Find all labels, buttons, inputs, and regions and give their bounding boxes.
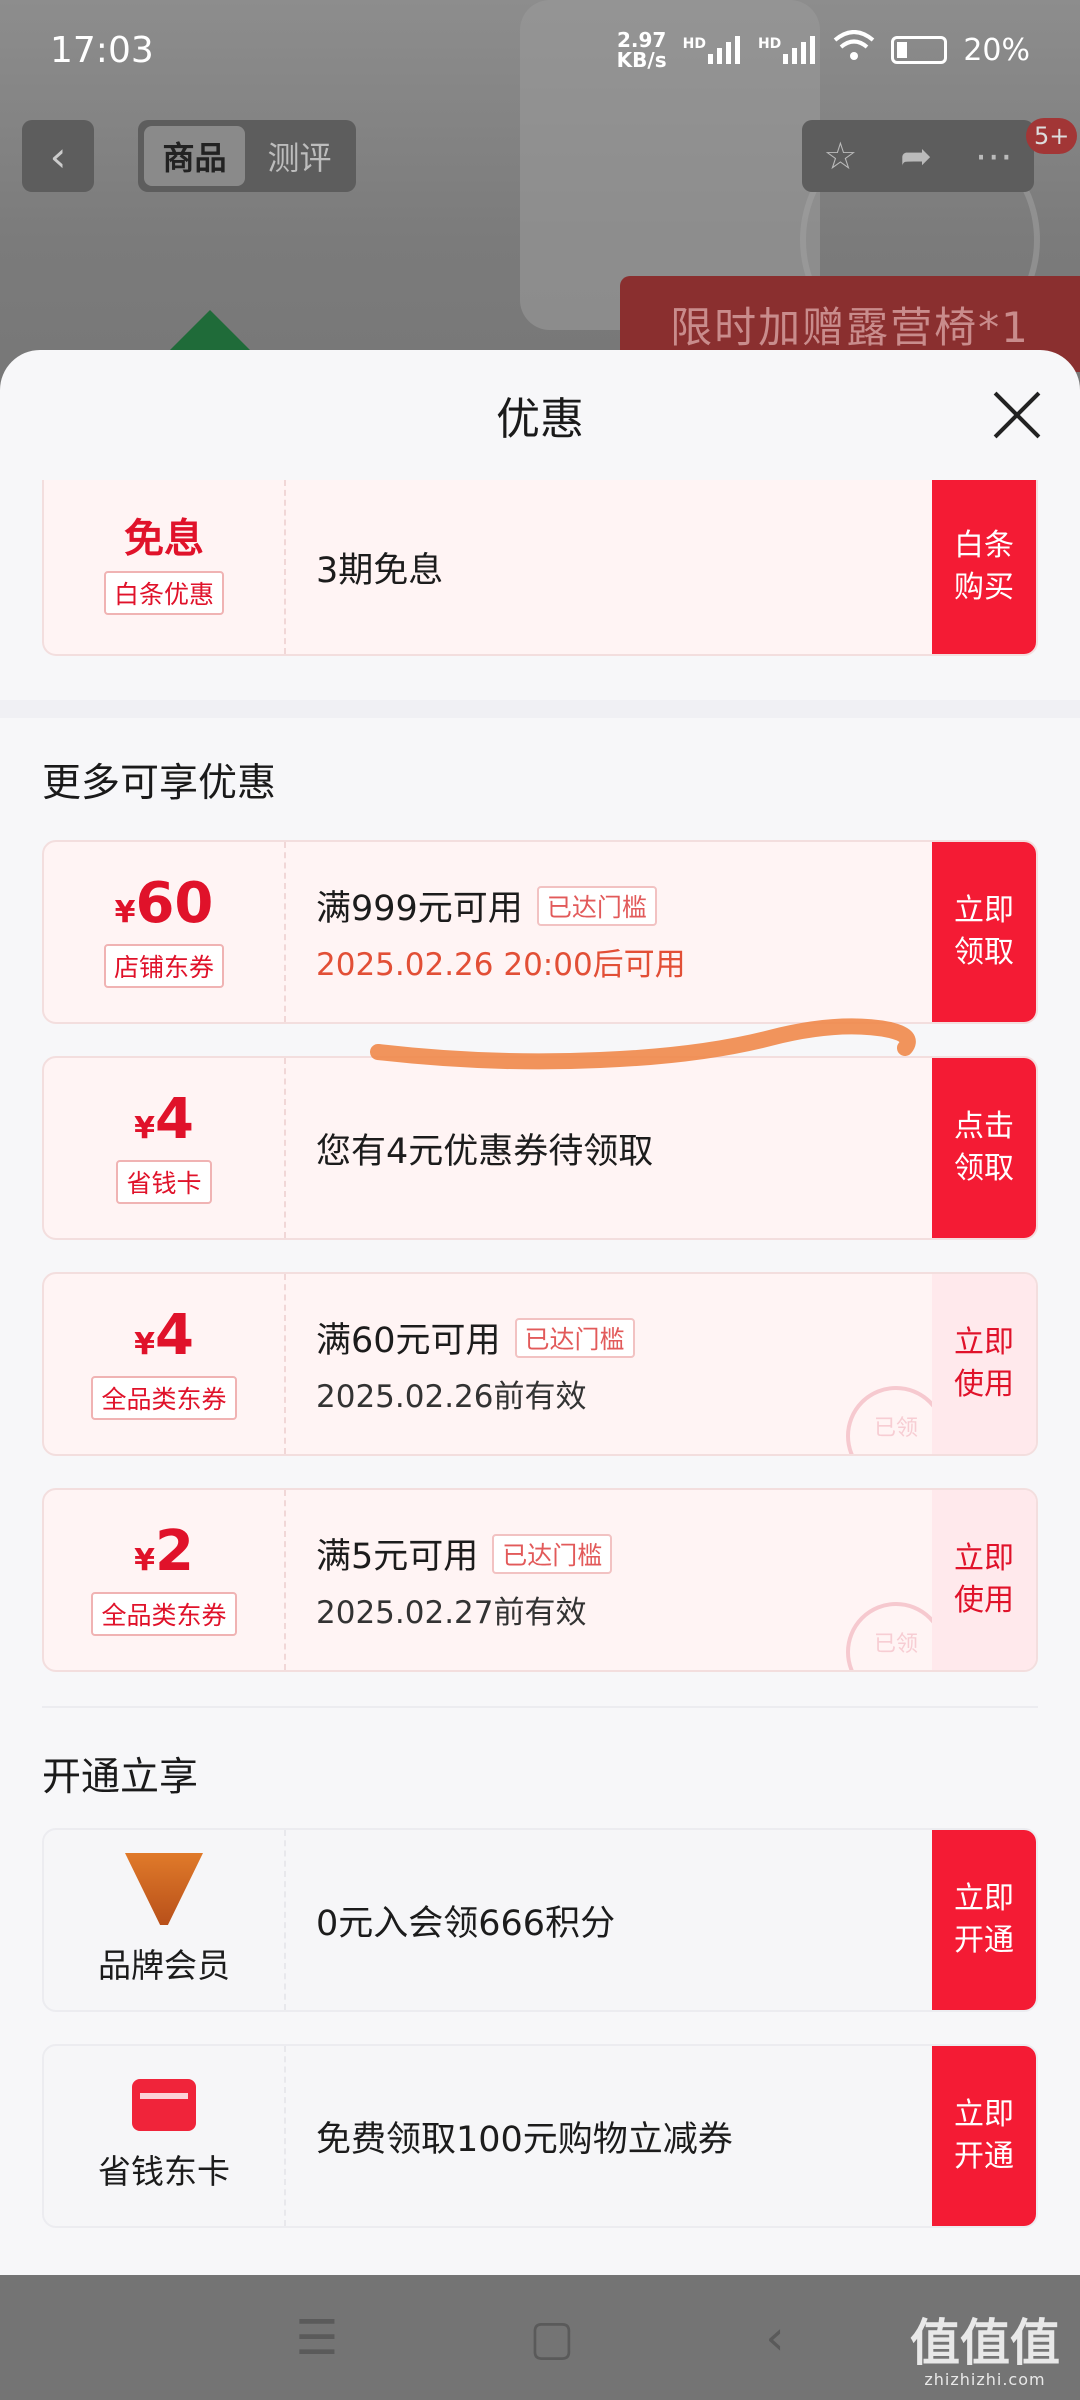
membership-card: 品牌会员 0元入会领666积分 立即 开通	[42, 1828, 1038, 2012]
use-button[interactable]: 立即 使用	[932, 1274, 1036, 1454]
coupon-card: ¥2 全品类东券 满5元可用 已达门槛 2025.02.27前有效 已领 立即 使…	[42, 1488, 1038, 1672]
battery-level: 20%	[963, 32, 1030, 68]
membership-main: 免费领取100元购物立减券	[316, 2046, 928, 2226]
wifi-icon	[833, 30, 875, 70]
back-icon[interactable]: ‹	[765, 2310, 784, 2366]
coupon-card: ¥4 全品类东券 满60元可用 已达门槛 2025.02.26前有效 已领 立即 …	[42, 1272, 1038, 1456]
status-icons: 2.97 KB/s HD HD 20%	[617, 30, 1030, 70]
site-watermark: 值值值 zhizhizhi.com	[910, 2314, 1060, 2389]
coupon-condition: 您有4元优惠券待领取	[316, 1131, 654, 1172]
battery-icon	[891, 36, 948, 64]
signal-icon: HD	[683, 36, 742, 64]
sheet-title: 优惠	[496, 394, 584, 445]
membership-name: 品牌会员	[98, 1946, 230, 1985]
coupon-tag: 全品类东券	[91, 1592, 237, 1636]
close-icon[interactable]	[990, 388, 1044, 442]
coupon-validity: 2025.02.27前有效	[316, 1595, 587, 1631]
net-speed: 2.97 KB/s	[616, 28, 667, 72]
join-section-title: 开通立享	[42, 1755, 199, 1800]
coupon-amount: ¥4	[134, 1087, 194, 1152]
tab-switcher: 商品 测评	[138, 120, 356, 192]
scribble-annotation	[370, 1018, 916, 1070]
membership-desc: 免费领取100元购物立减券	[316, 2119, 733, 2160]
coupon-main: 满5元可用 已达门槛 2025.02.27前有效	[316, 1490, 928, 1670]
coupon-condition: 满60元可用 已达门槛	[316, 1312, 928, 1363]
star-icon[interactable]: ☆	[823, 134, 857, 178]
coupon-main: 满999元可用 已达门槛 2025.02.26 20:00后可用	[316, 842, 928, 1022]
coupon-condition: 满5元可用 已达门槛	[316, 1528, 928, 1579]
baitiao-left: 免息 白条优惠	[44, 480, 286, 654]
signal-icon-2: HD	[758, 36, 817, 64]
membership-left: 品牌会员	[44, 1830, 286, 2010]
coupon-amount: ¥4	[134, 1303, 194, 1368]
coupon-left: ¥4 省钱卡	[44, 1058, 286, 1238]
baitiao-card: 免息 白条优惠 3期免息 白条 购买	[42, 480, 1038, 656]
tab-review[interactable]: 测评	[249, 126, 350, 186]
coupon-amount: ¥2	[134, 1519, 194, 1584]
coupon-main: 满60元可用 已达门槛 2025.02.26前有效	[316, 1274, 928, 1454]
share-icon[interactable]: ➦	[900, 134, 932, 178]
membership-main: 0元入会领666积分	[316, 1830, 928, 2010]
coupon-tag: 店铺东券	[103, 944, 224, 988]
message-badge: 5+	[1026, 118, 1078, 154]
coupon-tag: 全品类东券	[91, 1376, 237, 1420]
membership-card: 省钱东卡 免费领取100元购物立减券 立即 开通	[42, 2044, 1038, 2228]
membership-left: 省钱东卡	[44, 2046, 286, 2226]
coupon-validity: 2025.02.26前有效	[316, 1379, 587, 1415]
home-icon[interactable]: ▢	[529, 2310, 574, 2366]
baitiao-desc: 3期免息	[316, 550, 444, 591]
claim-button[interactable]: 立即 领取	[932, 842, 1036, 1022]
threshold-badge: 已达门槛	[514, 1317, 635, 1358]
baitiao-amount: 免息	[124, 516, 204, 562]
use-button[interactable]: 立即 使用	[932, 1490, 1036, 1670]
activate-button[interactable]: 立即 开通	[932, 2046, 1036, 2226]
clock: 17:03	[50, 29, 154, 71]
baitiao-main: 3期免息	[316, 480, 928, 654]
more-discounts-title: 更多可享优惠	[42, 761, 277, 806]
membership-desc: 0元入会领666积分	[316, 1903, 616, 1944]
section-divider	[0, 700, 1080, 718]
tab-product[interactable]: 商品	[144, 126, 245, 186]
claim-button[interactable]: 点击 领取	[932, 1058, 1036, 1238]
baitiao-buy-button[interactable]: 白条 购买	[932, 480, 1036, 654]
toolbar: ☆ ➦ ⋯	[802, 120, 1034, 192]
activate-button[interactable]: 立即 开通	[932, 1830, 1036, 2010]
membership-name: 省钱东卡	[98, 2152, 230, 2191]
coupon-left: ¥60 店铺东券	[44, 842, 286, 1022]
threshold-badge: 已达门槛	[492, 1533, 613, 1574]
coupon-amount: ¥60	[114, 871, 214, 936]
back-button[interactable]: ‹	[22, 120, 94, 192]
more-icon[interactable]: ⋯	[975, 134, 1013, 178]
coupon-condition: 满999元可用 已达门槛	[316, 880, 928, 931]
section-divider-line	[42, 1706, 1038, 1708]
baitiao-tag: 白条优惠	[103, 571, 224, 615]
coupon-tag: 省钱卡	[116, 1160, 212, 1204]
coupon-validity: 2025.02.26 20:00后可用	[316, 947, 686, 983]
status-bar: 17:03 2.97 KB/s HD HD 20%	[0, 0, 1080, 100]
menu-icon[interactable]: ☰	[295, 2310, 338, 2366]
product-nav: ‹ 商品 测评 ☆ ➦ ⋯ 5+	[0, 118, 1080, 198]
coupon-left: ¥2 全品类东券	[44, 1490, 286, 1670]
coupon-card: ¥60 店铺东券 满999元可用 已达门槛 2025.02.26 20:00后可用…	[42, 840, 1038, 1024]
discount-sheet: 优惠 免息 白条优惠 3期免息 白条 购买 更多可享优惠 ¥60 店铺东券 满9…	[0, 350, 1080, 2275]
threshold-badge: 已达门槛	[536, 885, 657, 926]
savings-card-icon	[132, 2079, 196, 2131]
sheet-header: 优惠	[0, 350, 1080, 480]
coupon-left: ¥4 全品类东券	[44, 1274, 286, 1454]
brand-member-logo-icon	[125, 1853, 203, 1925]
